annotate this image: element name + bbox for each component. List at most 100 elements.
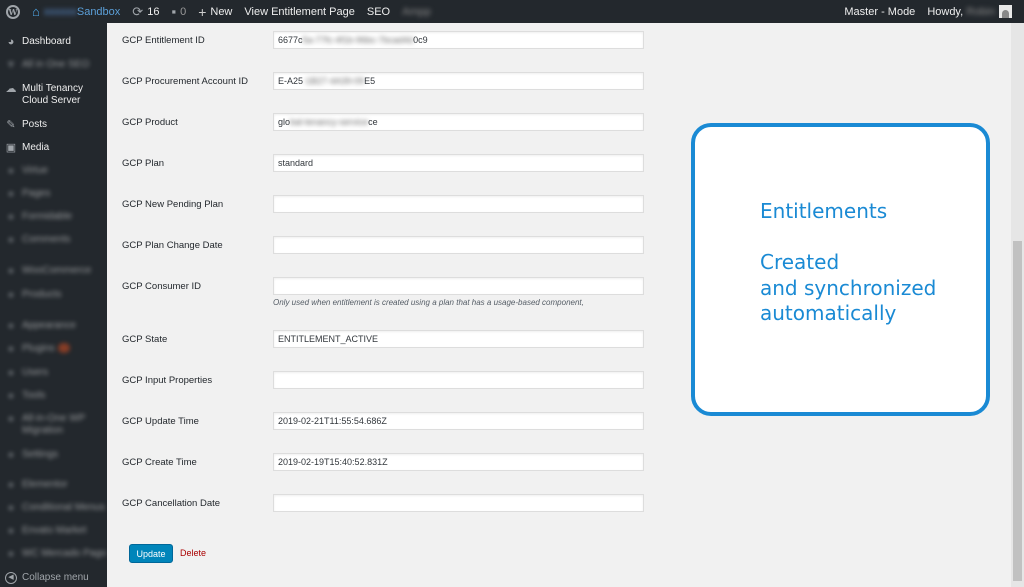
callout-line-automatically: automatically (760, 301, 897, 325)
sidebar-item-plugins[interactable]: ● Plugins (0, 343, 107, 355)
update-count-badge (57, 343, 70, 353)
users-icon: ● (7, 367, 15, 379)
entitlement-id-value-suffix: 0c9 (413, 35, 428, 45)
blurred-menu[interactable]: Ampp (396, 0, 437, 23)
view-page-label: View Entitlement Page (244, 5, 355, 18)
new-content-menu[interactable]: + New (192, 0, 238, 23)
sidebar-item-label: Comments (22, 234, 71, 245)
sidebar-item-woocommerce[interactable]: ● WooCommerce (0, 265, 107, 277)
update-time-field[interactable]: 2019-02-21T11:55:54.686Z (273, 412, 644, 430)
procurement-account-id-value-prefix: E-A25 (278, 76, 304, 86)
sidebar-item-seo[interactable]: ▼ All in One SEO (0, 59, 107, 71)
elementor-icon: ● (7, 479, 15, 491)
procurement-account-id-value-suffix: E5 (364, 76, 376, 86)
sidebar-item-label: Plugins (22, 343, 55, 354)
cloud-icon: ☁ (5, 83, 17, 95)
sidebar-item-multi-tenancy[interactable]: ☁ Multi Tenancy Cloud Server (0, 83, 107, 107)
sidebar-item-label: Elementor (22, 479, 68, 490)
plan-change-date-label: GCP Plan Change Date (122, 240, 223, 251)
delete-link[interactable]: Delete (180, 548, 206, 558)
update-time-label: GCP Update Time (122, 416, 199, 427)
sidebar-item-formidable[interactable]: ● Formidable (0, 211, 107, 223)
sidebar-item-elementor[interactable]: ● Elementor (0, 479, 107, 491)
updates-menu[interactable]: ⟳ 16 (126, 0, 165, 23)
sidebar-item-mercado-pago[interactable]: ● WC Mercado Pago (0, 548, 107, 560)
collapse-menu-button[interactable]: ◀ Collapse menu (0, 572, 107, 584)
wp-logo-menu[interactable]: W (0, 0, 26, 23)
state-field[interactable]: ENTITLEMENT_ACTIVE (273, 330, 644, 348)
consumer-id-label: GCP Consumer ID (122, 281, 202, 292)
product-field[interactable]: glo bal-tenancy-service ce (273, 113, 644, 131)
sidebar-item-label: Media (22, 142, 50, 153)
new-pending-plan-field[interactable] (273, 195, 644, 213)
sidebar-item-conditional-menus[interactable]: ● Conditional Menus (0, 502, 107, 514)
plus-icon: + (198, 3, 207, 20)
sidebar-item-comments[interactable]: ● Comments (0, 234, 107, 246)
sidebar-item-virtue[interactable]: ● Virtue (0, 165, 107, 177)
sidebar-item-label: Appearance (22, 320, 76, 331)
sidebar-item-appearance[interactable]: ● Appearance (0, 320, 107, 332)
page-scrollbar[interactable] (1011, 23, 1024, 587)
info-callout: Entitlements Created and synchronized au… (691, 123, 990, 416)
menus-icon: ● (7, 502, 15, 514)
woo-icon: ● (7, 265, 15, 277)
my-account-menu[interactable]: Howdy, Robin (921, 0, 1024, 23)
new-label: New (210, 5, 233, 18)
admin-bar: W ⌂ xxxxxx Sandbox ⟳ 16 ▪ 0 + New View E… (0, 0, 1024, 23)
product-value-suffix: ce (368, 117, 378, 127)
sidebar-item-envato[interactable]: ● Envato Market (0, 525, 107, 537)
site-name-menu[interactable]: ⌂ xxxxxx Sandbox (26, 0, 126, 23)
sidebar-item-posts[interactable]: ✎ Posts (0, 119, 107, 131)
sidebar-item-migration[interactable]: ● All-in-One WP Migration (0, 413, 107, 437)
plan-field[interactable]: standard (273, 154, 644, 172)
username: Robin (966, 5, 995, 18)
plan-change-date-field[interactable] (273, 236, 644, 254)
entitlement-id-label: GCP Entitlement ID (122, 35, 205, 46)
sidebar-item-label: Virtue (22, 165, 48, 176)
sidebar-item-label: Multi Tenancy Cloud Server (22, 83, 83, 106)
refresh-icon: ⟳ (132, 3, 144, 19)
sidebar-item-label: All in One SEO (22, 59, 90, 70)
brush-icon: ● (7, 320, 15, 332)
sidebar-item-dashboard[interactable]: ◕ Dashboard (0, 36, 107, 48)
callout-line-synchronized: and synchronized (760, 276, 937, 300)
create-time-label: GCP Create Time (122, 457, 197, 468)
mode-label: Master - Mode (844, 5, 916, 18)
seo-menu[interactable]: SEO (361, 0, 396, 23)
sidebar-item-media[interactable]: ▣ Media (0, 142, 107, 154)
consumer-id-field[interactable] (273, 277, 644, 295)
create-time-field[interactable]: 2019-02-19T15:40:52.831Z (273, 453, 644, 471)
sidebar-item-pages[interactable]: ● Pages (0, 188, 107, 200)
input-properties-label: GCP Input Properties (122, 375, 213, 386)
input-properties-field[interactable] (273, 371, 644, 389)
mode-menu[interactable]: Master - Mode (838, 0, 921, 23)
sidebar-item-label: WooCommerce (22, 265, 92, 276)
pin-icon: ✎ (6, 119, 16, 131)
entitlement-id-field[interactable]: 6677c 5a-77fc-4f1b-96bc-7bcad4d 0c9 (273, 31, 644, 49)
sidebar-item-users[interactable]: ● Users (0, 367, 107, 379)
comments-menu[interactable]: ▪ 0 (165, 0, 192, 23)
cancellation-date-label: GCP Cancellation Date (122, 498, 221, 509)
avatar (999, 5, 1012, 18)
home-icon: ⌂ (32, 4, 40, 19)
sidebar-item-label: Products (22, 289, 62, 300)
admin-sidebar: ◕ Dashboard ▼ All in One SEO ☁ Multi Ten… (0, 23, 107, 587)
procurement-account-id-field[interactable]: E-A25 -1B27-4A39-09 E5 (273, 72, 644, 90)
page-icon: ● (7, 188, 15, 200)
cancellation-date-field[interactable] (273, 494, 644, 512)
consumer-id-description: Only used when entitlement is created us… (273, 298, 584, 307)
envato-icon: ● (7, 525, 15, 537)
plan-label: GCP Plan (122, 158, 165, 169)
sidebar-item-settings[interactable]: ● Settings (0, 449, 107, 461)
products-icon: ● (7, 289, 15, 301)
sidebar-item-products[interactable]: ● Products (0, 289, 107, 301)
view-page-link[interactable]: View Entitlement Page (238, 0, 360, 23)
scrollbar-thumb[interactable] (1013, 241, 1022, 581)
tools-icon: ● (7, 390, 15, 402)
sidebar-item-label: Pages (22, 188, 51, 199)
update-button[interactable]: Update (129, 544, 173, 563)
sidebar-item-label: Dashboard (22, 36, 71, 47)
comments-count: 0 (180, 5, 187, 18)
sidebar-item-label: Tools (22, 390, 46, 401)
sidebar-item-tools[interactable]: ● Tools (0, 390, 107, 402)
